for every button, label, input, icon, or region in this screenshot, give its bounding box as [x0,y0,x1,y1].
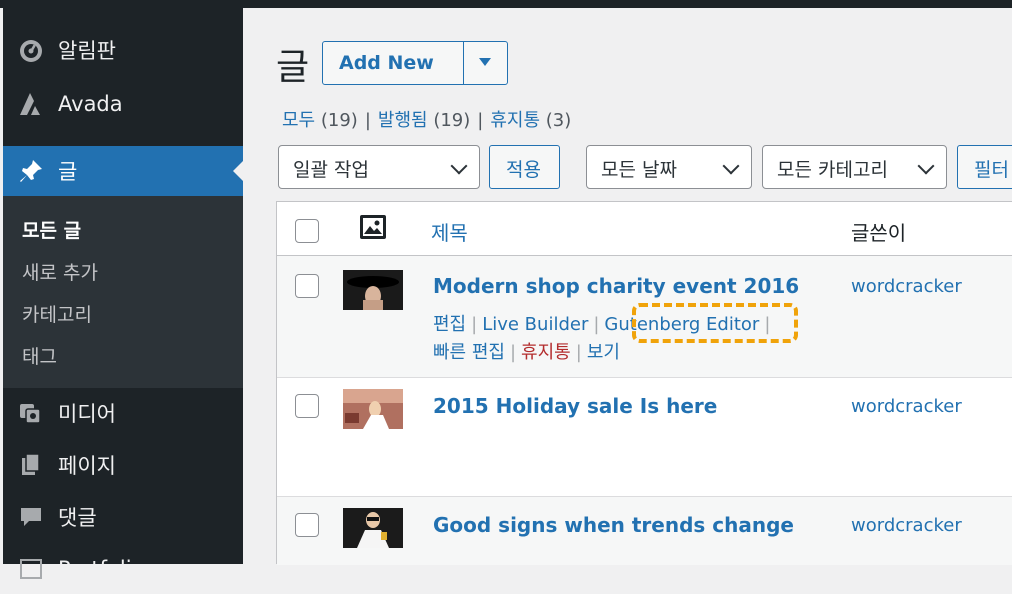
submenu-all-posts[interactable]: 모든 글 [22,216,81,243]
bulk-action-value: 일괄 작업 [293,159,369,181]
category-filter-select[interactable]: 모든 카테고리 [762,145,947,189]
post-author-link[interactable]: wordcracker [851,276,962,297]
add-new-button[interactable]: Add New [339,52,434,74]
submenu-tags[interactable]: 태그 [22,342,57,369]
table-row: 2015 Holiday sale Is here wordcracker [277,378,1012,497]
menu-item-dashboard[interactable]: 알림판 [3,25,243,75]
apply-label: 적용 [506,159,541,181]
apply-button[interactable]: 적용 [489,145,560,189]
admin-sidebar: 알림판 Avada 글 모든 글 새로 추가 카테고리 태그 미디어 페이지 댓… [3,8,243,581]
category-filter-value: 모든 카테고리 [777,159,888,181]
menu-item-avada[interactable]: Avada [3,79,243,129]
post-title-link[interactable]: Good signs when trends change [433,513,794,537]
page-title: 글 [276,47,310,88]
filter-published-count: (19) [433,110,471,131]
row-actions-2: 빠른 편집 | 휴지통 | 보기 [433,342,620,363]
column-author-header: 글쓴이 [851,221,907,245]
live-builder-link[interactable]: Live Builder [482,314,588,335]
edit-link[interactable]: 편집 [433,314,466,335]
menu-item-portfolio[interactable]: Portfolio [3,544,243,594]
table-header: 제목 글쓴이 [277,202,1012,256]
filter-published[interactable]: 발행됨 [378,110,428,131]
chevron-down-icon [917,157,935,175]
menu-item-pages[interactable]: 페이지 [3,440,243,490]
date-filter-value: 모든 날짜 [601,159,677,181]
filter-separator: | [364,110,371,131]
status-filters: 모두 (19) | 발행됨 (19) | 휴지통 (3) [282,106,571,132]
gutenberg-highlight-annotation [632,303,798,343]
menu-label-portfolio: Portfolio [58,557,145,581]
post-thumbnail [343,270,403,310]
menu-label-media: 미디어 [58,402,116,426]
menu-label-posts: 글 [58,160,78,184]
table-row: Good signs when trends change wordcracke… [277,497,1012,565]
menu-item-comments[interactable]: 댓글 [3,492,243,542]
media-icon [17,399,45,427]
featured-image-icon [359,214,387,240]
post-thumbnail [343,508,403,548]
chevron-down-icon [722,157,740,175]
page-icon [17,451,45,479]
menu-label-pages: 페이지 [58,454,116,478]
post-author-link[interactable]: wordcracker [851,396,962,417]
submenu-add-new[interactable]: 새로 추가 [22,258,98,285]
button-divider [463,42,464,84]
posts-submenu: 모든 글 새로 추가 카테고리 태그 [3,196,243,388]
filter-trash-count: (3) [545,110,572,131]
post-title-link[interactable]: Modern shop charity event 2016 [433,274,799,298]
bulk-action-select[interactable]: 일괄 작업 [278,145,480,189]
post-author-link[interactable]: wordcracker [851,515,962,536]
top-bar [0,0,1012,8]
filter-all[interactable]: 모두 [282,110,315,131]
column-title-header[interactable]: 제목 [431,217,468,246]
add-new-button-group: Add New [322,41,508,85]
posts-table: 제목 글쓴이 Modern shop charity event 2016 wo… [276,201,1012,565]
post-thumbnail [343,389,403,429]
filter-label: 필터 [974,159,1009,181]
filter-button[interactable]: 필터 [957,145,1012,189]
view-link[interactable]: 보기 [587,342,620,363]
menu-label-dashboard: 알림판 [58,39,116,63]
menu-label-avada: Avada [58,92,123,116]
pin-icon [17,157,45,185]
trash-link[interactable]: 휴지통 [521,342,571,363]
row-checkbox[interactable] [295,394,319,418]
menu-item-posts[interactable]: 글 [3,146,243,196]
filter-trash[interactable]: 휴지통 [490,110,540,131]
row-checkbox[interactable] [295,274,319,298]
filter-all-count: (19) [320,110,358,131]
main-content: 글 Add New 모두 (19) | 발행됨 (19) | 휴지통 (3) 일괄 작업… [243,8,1012,565]
portfolio-icon [17,555,45,583]
row-checkbox[interactable] [295,513,319,537]
dashboard-icon [17,36,45,64]
avada-icon [17,90,45,118]
date-filter-select[interactable]: 모든 날짜 [586,145,752,189]
chevron-down-icon [450,157,468,175]
quick-edit-link[interactable]: 빠른 편집 [433,342,505,363]
submenu-categories[interactable]: 카테고리 [22,300,92,327]
dropdown-caret-icon[interactable] [479,58,491,66]
comment-icon [17,503,45,531]
select-all-checkbox[interactable] [295,219,319,243]
menu-label-comments: 댓글 [58,506,97,530]
filter-separator: | [477,110,484,131]
menu-item-media[interactable]: 미디어 [3,388,243,438]
post-title-link[interactable]: 2015 Holiday sale Is here [433,394,717,418]
